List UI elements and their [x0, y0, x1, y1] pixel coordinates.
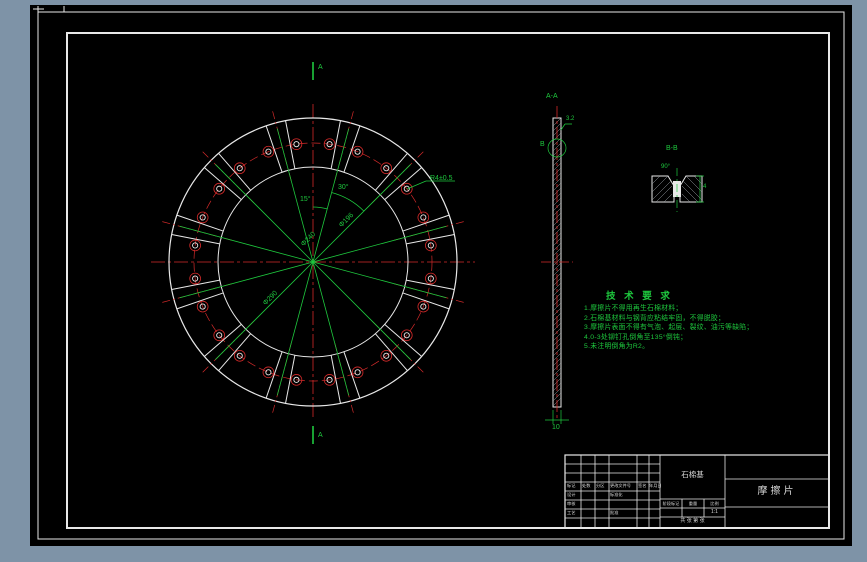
scale-label: 比例: [710, 501, 719, 506]
col-doc: 更改文件号: [610, 483, 631, 488]
section-letter: A: [318, 432, 323, 439]
row-approve: 批准: [610, 510, 619, 515]
col-count: 处数: [582, 483, 591, 488]
part-name: 摩擦片: [757, 486, 797, 497]
col-mark: 标记: [567, 483, 576, 488]
countersink-angle-label: 90°: [661, 164, 671, 170]
col-date: 年月日: [649, 483, 662, 488]
col-sign: 签名: [638, 483, 647, 488]
hole-note-label: R4±0.5: [430, 175, 453, 182]
detail-view: [651, 168, 704, 212]
side-section-view: [541, 106, 573, 424]
row-standard: 标准化: [610, 492, 623, 497]
angle-dim-label: 15°: [300, 196, 311, 203]
cad-drawing: [33, 6, 845, 540]
tech-req-item: 3.摩擦片表面不得有气泡、起层、裂纹、油污等缺陷；: [584, 324, 754, 332]
scale-value: 1:1: [711, 509, 718, 515]
tech-req-item: 2.石棉基材料与钢背应粘结牢固，不得脱胶；: [584, 314, 726, 322]
sheet-info: 共 张 第 张: [680, 518, 705, 524]
front-view: [151, 62, 475, 444]
thickness-dim-label: 10: [552, 424, 560, 431]
section-letter: A: [318, 64, 323, 71]
depth-dim-label: 4: [703, 184, 707, 190]
weight-label: 重量: [688, 501, 698, 506]
tech-req-item: 5.未注明倒角为R2。: [584, 343, 650, 351]
detail-title: B-B: [666, 145, 678, 152]
stage-mark-label: 阶段标记: [662, 501, 680, 506]
tech-req-item: 1.摩擦片不得用再生石棉材料；: [584, 305, 683, 312]
roughness-label: 3.2: [566, 116, 575, 122]
section-title: A-A: [546, 93, 558, 100]
row-design: 设计: [567, 492, 576, 497]
technical-requirements: 技 术 要 求 1.摩擦片不得用再生石棉材料； 2.石棉基材料与钢背应粘结牢固，…: [584, 288, 754, 354]
material-label: 石棉基: [681, 470, 704, 479]
cad-viewer: 15° 30° Φ196 Φ240 Φ290 R4±0.5 A A A-A B …: [0, 0, 867, 562]
tech-req-item: 4.0-3处铆钉孔倒角至135°倒钝；: [584, 333, 688, 341]
detail-callout-label: B: [540, 141, 545, 148]
row-check: 审核: [567, 501, 576, 506]
col-zone: 分区: [596, 483, 605, 488]
angle-dim-label: 30°: [338, 184, 349, 191]
sheet-borders: [33, 6, 845, 540]
row-process: 工艺: [567, 510, 576, 515]
tech-req-title: 技 术 要 求: [606, 291, 673, 302]
